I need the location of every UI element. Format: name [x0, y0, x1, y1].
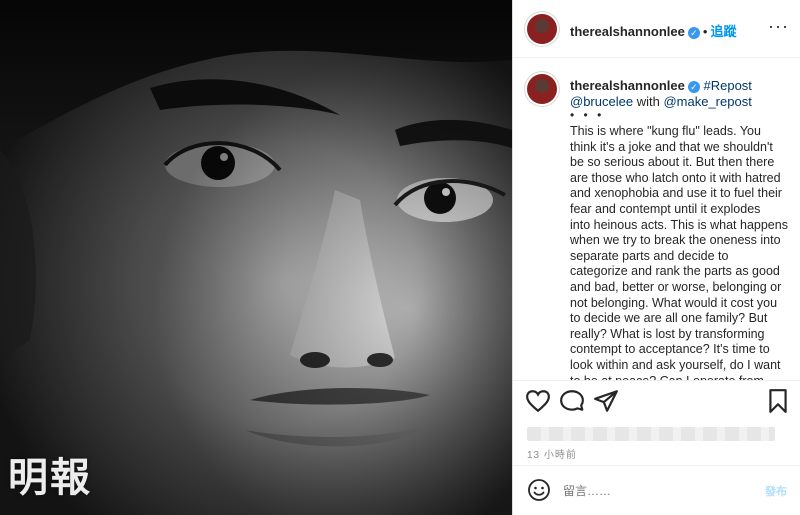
more-options-icon[interactable]: ··· [768, 16, 789, 37]
bookmark-icon[interactable] [765, 388, 791, 414]
post-photo[interactable]: 明報 [0, 0, 512, 515]
comment-input[interactable] [561, 480, 755, 502]
post-sidebar: therealshannonlee ✓ • 追蹤 ··· therealshannon… [512, 0, 800, 515]
verified-icon: ✓ [687, 26, 700, 39]
comment-box: 發布 [513, 465, 800, 515]
caption-header: therealshannonlee ✓ #Repost @brucelee wit… [570, 78, 790, 110]
avatar[interactable] [527, 14, 557, 44]
caption-text: This is where "kung flu" leads. You thin… [570, 124, 788, 380]
caption-username-link[interactable]: therealshannonlee [570, 78, 685, 93]
mention-link[interactable]: @brucelee [570, 94, 633, 109]
heart-icon[interactable] [525, 388, 551, 414]
caption-ellipsis: • • • [570, 108, 605, 122]
separator-dot: • [702, 24, 708, 39]
caption-section: therealshannonlee ✓ #Repost @brucelee wit… [513, 58, 800, 380]
post-header: therealshannonlee ✓ • 追蹤 ··· [513, 0, 800, 58]
instagram-post: 明報 therealshannonlee ✓ • 追蹤 ··· therealshan… [0, 0, 800, 515]
verified-icon: ✓ [687, 80, 700, 93]
hashtag-link[interactable]: #Repost [704, 78, 752, 93]
newspaper-watermark: 明報 [8, 454, 92, 501]
action-bar [513, 380, 800, 420]
portrait-image [0, 0, 512, 515]
username-link[interactable]: therealshannonlee [570, 24, 685, 39]
post-timestamp: 13 小時前 [527, 450, 577, 461]
caption-with-text: with [636, 94, 660, 109]
header-user-line: therealshannonlee ✓ • 追蹤 [570, 21, 736, 40]
caption-avatar[interactable] [527, 74, 557, 104]
likes-redacted-bar [527, 427, 775, 441]
share-icon[interactable] [593, 388, 619, 414]
emoji-icon[interactable] [527, 478, 551, 502]
comment-icon[interactable] [559, 388, 585, 414]
follow-button[interactable]: 追蹤 [710, 24, 736, 39]
post-comment-button[interactable]: 發布 [765, 483, 787, 499]
mention-link[interactable]: @make_repost [663, 94, 751, 109]
